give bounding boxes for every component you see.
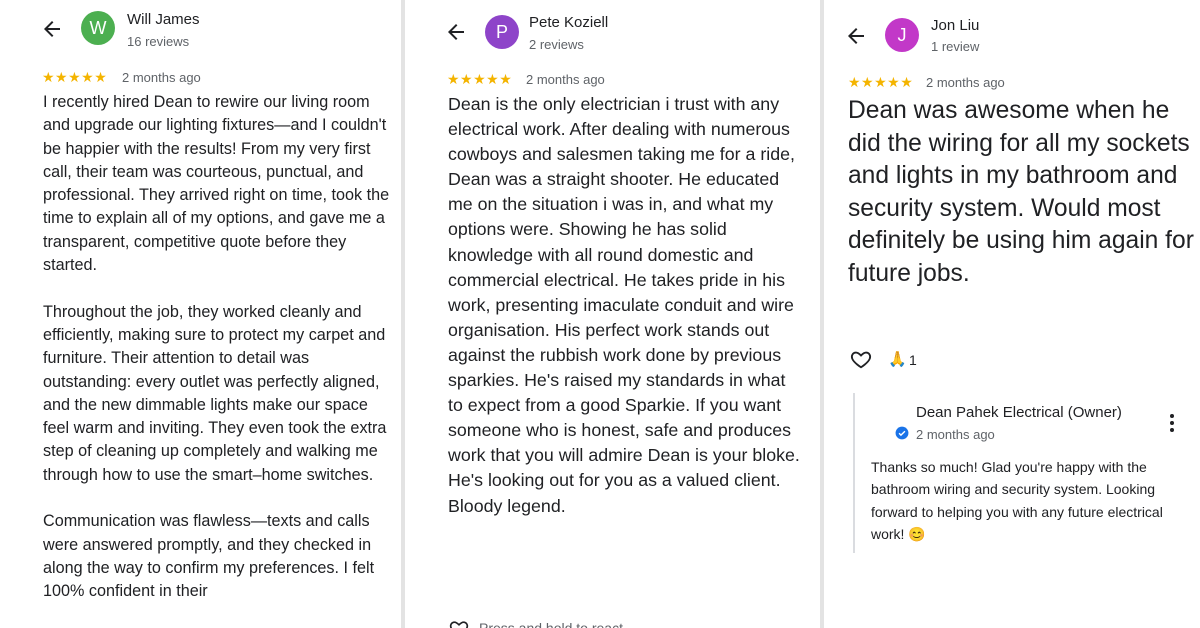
review-panel-pete-koziell: P Pete Koziell 2 reviews ★★★★★ 2 months … — [405, 0, 803, 628]
avatar-letter: J — [897, 24, 907, 45]
heart-outline-icon[interactable] — [849, 348, 873, 370]
avatar-letter: P — [495, 21, 508, 42]
avatar[interactable]: J — [885, 18, 919, 52]
star-rating: ★★★★★ — [42, 69, 108, 85]
star-rating: ★★★★★ — [447, 71, 513, 87]
arrow-left-icon[interactable] — [844, 24, 868, 48]
avatar[interactable]: W — [81, 11, 115, 45]
reviewer-name[interactable]: Pete Koziell — [529, 14, 608, 31]
panel-divider — [820, 0, 824, 628]
react-hint: Press and hold to react — [479, 620, 623, 628]
review-date: 2 months ago — [526, 72, 605, 87]
review-text: I recently hired Dean to rewire our livi… — [43, 93, 390, 601]
reaction-count: 1 — [909, 352, 917, 368]
review-panel-will-james: W Will James 16 reviews ★★★★★ 2 months a… — [0, 0, 400, 628]
review-text: Dean was awesome when he did the wiring … — [848, 97, 1194, 287]
arrow-left-icon[interactable] — [444, 20, 468, 44]
owner-reply-name: Dean Pahek Electrical (Owner) — [916, 404, 1122, 421]
review-panel-jon-liu: J Jon Liu 1 review ★★★★★ 2 months ago De… — [827, 0, 1200, 628]
reviewer-name[interactable]: Will James — [127, 11, 200, 28]
reviewer-review-count: 2 reviews — [529, 37, 584, 52]
reviewer-name[interactable]: Jon Liu — [931, 17, 979, 34]
owner-reply-text: Thanks so much! Glad you're happy with t… — [871, 459, 1163, 542]
arrow-left-icon[interactable] — [40, 17, 64, 41]
owner-reply-divider — [853, 393, 855, 553]
reviewer-review-count: 16 reviews — [127, 34, 190, 49]
star-rating: ★★★★★ — [848, 74, 914, 90]
reaction-emoji[interactable]: 🙏 — [888, 350, 907, 368]
verified-badge-icon — [895, 426, 909, 440]
review-text: Dean is the only electrician i trust wit… — [448, 94, 800, 516]
review-date: 2 months ago — [926, 75, 1005, 90]
heart-outline-icon[interactable] — [448, 618, 470, 628]
avatar[interactable]: P — [485, 15, 519, 49]
avatar-letter: W — [89, 17, 107, 38]
more-vert-icon[interactable] — [1164, 412, 1180, 434]
owner-reply-date: 2 months ago — [916, 427, 995, 442]
reviewer-review-count: 1 review — [931, 39, 980, 54]
review-date: 2 months ago — [122, 70, 201, 85]
